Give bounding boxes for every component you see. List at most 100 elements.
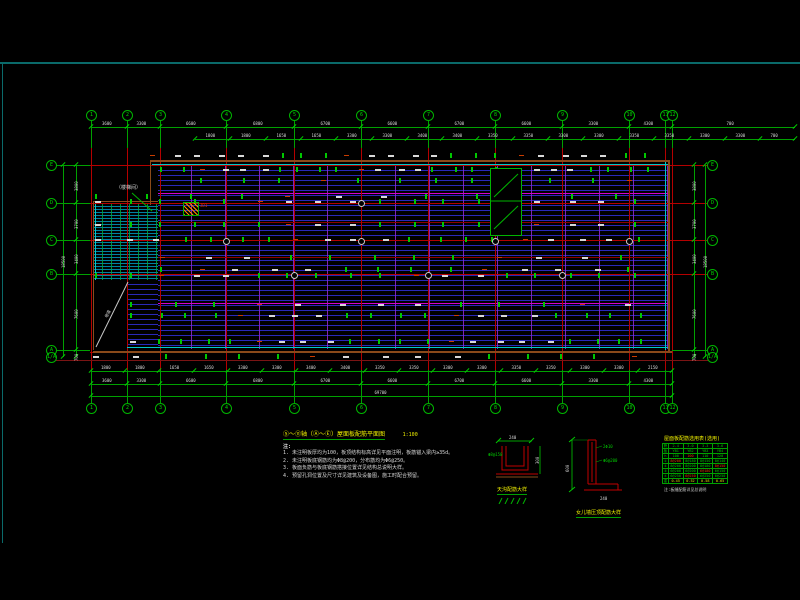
dim-text: 3400 xyxy=(693,254,697,264)
axis-stub-bottom xyxy=(91,370,92,403)
opening-tag: JD1 xyxy=(200,204,207,208)
rebar-mark xyxy=(449,341,454,342)
axis-line-vertical xyxy=(672,148,673,372)
rebar-mark xyxy=(279,341,285,343)
rebar-mark xyxy=(494,153,496,158)
rebar-mark xyxy=(555,269,561,271)
dim-text: 6700 xyxy=(321,122,331,126)
rebar-mark xyxy=(379,199,381,204)
rebar-mark xyxy=(357,178,359,183)
dim-text: 3300 xyxy=(736,134,746,138)
rebar-mark xyxy=(175,302,177,307)
dim-text: 3350 xyxy=(375,366,385,370)
grid-bubble-bottom-1: 1 xyxy=(86,403,97,414)
dim-tick xyxy=(61,354,66,359)
rebar-mark xyxy=(269,315,275,317)
rebar-mark xyxy=(415,169,421,171)
rebar-mark xyxy=(238,155,244,157)
grid-bubble-top-7: 7 xyxy=(423,110,434,121)
rebar-mark xyxy=(571,194,573,199)
column-symbol xyxy=(425,272,432,279)
rebar-mark xyxy=(478,199,480,204)
grid-bubble-top-1: 1 xyxy=(86,110,97,121)
rebar-mark xyxy=(379,273,381,278)
dim-text: 69700 xyxy=(375,391,387,395)
rebar-mark xyxy=(536,257,542,259)
rebar-mark xyxy=(194,222,196,227)
rebar-mark xyxy=(315,224,321,226)
drawing-title: ⑤～⑪轴（Ⓐ～Ⓔ）屋面板配筋平面图 xyxy=(283,431,385,440)
dim-text: 1650 xyxy=(204,366,214,370)
rebar-mark xyxy=(581,155,587,157)
grid-bubble-right-B: B xyxy=(707,269,718,280)
dim-text: 3350 xyxy=(488,134,498,138)
dim-text: 3400 xyxy=(75,254,79,264)
rebar-mark xyxy=(455,167,457,172)
rebar-mark xyxy=(620,255,622,260)
axis-line-vertical xyxy=(160,148,161,372)
axis-stub-bottom xyxy=(428,370,429,403)
dim-text: 3300 xyxy=(589,379,599,383)
rebar-mark xyxy=(296,167,298,172)
column-symbol xyxy=(559,272,566,279)
dim-text: 3400 xyxy=(341,366,351,370)
rebar-mark xyxy=(455,356,461,358)
rebar-mark xyxy=(414,222,416,227)
dim-text: 700 xyxy=(693,353,697,360)
detail1-bar-label: Φ8@150 xyxy=(488,452,503,457)
dim-text: 6700 xyxy=(455,379,465,383)
rebar-mark xyxy=(618,339,620,344)
rebar-mark xyxy=(519,155,524,156)
rebar-mark xyxy=(475,153,477,158)
dim-text: 6700 xyxy=(455,122,465,126)
axis-stub-bottom xyxy=(294,370,295,403)
rebar-mark xyxy=(258,273,260,278)
rebar-mark xyxy=(315,273,317,278)
rebar-mark xyxy=(159,275,164,276)
rebar-mark xyxy=(543,302,545,307)
grid-bubble-top-8: 8 xyxy=(490,110,501,121)
rebar-mark xyxy=(272,269,278,271)
drawing-title-block: ⑤～⑪轴（Ⓐ～Ⓔ）屋面板配筋平面图 1:100 注: 1. 未注明板厚均为100… xyxy=(283,421,483,480)
rebar-mark xyxy=(415,304,421,306)
rebar-mark xyxy=(286,224,291,225)
rebar-mark xyxy=(219,155,225,157)
rebar-mark xyxy=(185,237,187,242)
rebar-mark xyxy=(343,356,349,358)
roof-edge-top xyxy=(150,160,670,162)
rebar-mark xyxy=(160,167,162,172)
dim-text: 3400 xyxy=(453,134,463,138)
rebar-mark xyxy=(374,255,376,260)
axis-stub-bottom xyxy=(629,370,630,403)
rebar-mark xyxy=(634,222,636,227)
rebar-mark xyxy=(242,237,244,242)
rebar-mark xyxy=(549,178,551,183)
rebar-mark xyxy=(263,169,269,171)
rebar-mark xyxy=(597,339,599,344)
rebar-mark xyxy=(647,167,649,172)
rebar-mark xyxy=(497,257,502,258)
rebar-mark xyxy=(328,341,334,343)
rebar-mark xyxy=(410,267,412,272)
grid-bubble-right-E: E xyxy=(707,160,718,171)
rebar-mark xyxy=(325,239,331,241)
parapet-detail-drawing: 600 2Φ10 Φ6@200 240 xyxy=(556,434,636,504)
dim-text: 3350 xyxy=(512,366,522,370)
rebar-mark xyxy=(190,194,192,199)
rebar-mark xyxy=(238,315,243,316)
dim-text: 6600 xyxy=(388,122,398,126)
grid-bubble-bottom-2: 2 xyxy=(122,403,133,414)
dim-text: 3300 xyxy=(614,366,624,370)
rebar-mark xyxy=(532,315,538,317)
dim-text: 3300 xyxy=(238,366,248,370)
rebar-mark xyxy=(210,237,212,242)
axis-line-horizontal xyxy=(90,165,672,166)
rebar-mark xyxy=(180,339,182,344)
axis-line-vertical xyxy=(91,148,92,372)
rebar-mark xyxy=(625,304,631,306)
rebar-mark xyxy=(501,315,507,317)
rebar-mark xyxy=(158,339,160,344)
gutter-detail-drawing: 240 300 Φ8@150 xyxy=(488,434,546,486)
grid-bubble-left-B: B xyxy=(46,269,57,280)
rebar-mark xyxy=(388,155,394,157)
